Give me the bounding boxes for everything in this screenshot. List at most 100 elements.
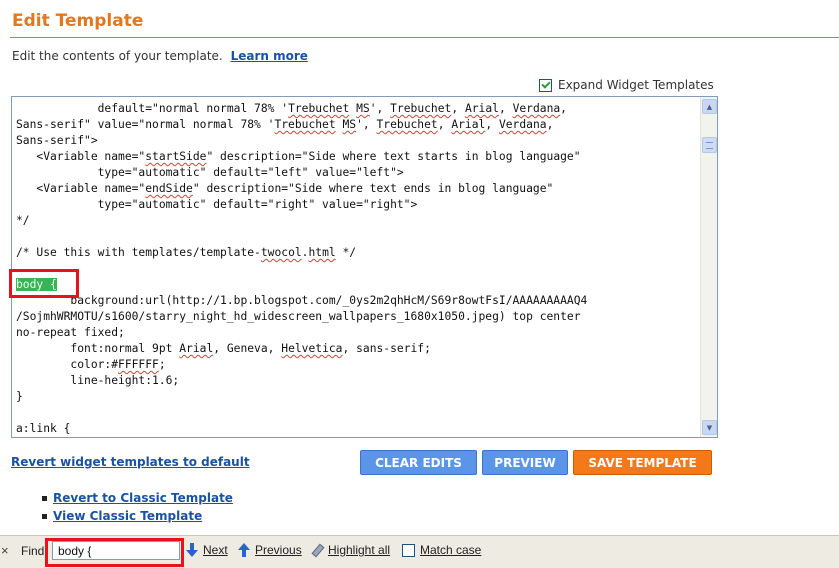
code-text: " description="Side where text starts in… xyxy=(206,150,581,163)
find-label: Find: xyxy=(21,544,48,558)
code-line[interactable]: } xyxy=(16,389,696,405)
find-next-label: Next xyxy=(203,543,228,557)
find-previous-button[interactable]: Previous xyxy=(238,543,302,557)
code-text: ', xyxy=(356,118,377,131)
code-line[interactable]: body { xyxy=(16,277,696,293)
code-text: ; xyxy=(158,358,166,371)
spellcheck-word: MS xyxy=(356,102,370,115)
scroll-down-button[interactable]: ▼ xyxy=(702,420,717,435)
code-line[interactable] xyxy=(16,405,696,421)
code-text: font:normal 9pt xyxy=(16,342,180,355)
scrollbar-thumb[interactable] xyxy=(702,137,717,153)
close-icon[interactable]: × xyxy=(1,543,9,558)
code-line[interactable]: color:#FFFFFF; xyxy=(16,357,696,373)
highlight-all-button[interactable]: Highlight all xyxy=(310,543,390,557)
code-text: <Variable name=" xyxy=(16,150,146,163)
bullet-icon xyxy=(42,495,47,501)
code-text: */ xyxy=(335,246,357,259)
scroll-up-button[interactable]: ▲ xyxy=(702,99,717,114)
expand-widgets-checkbox[interactable] xyxy=(539,78,552,92)
code-text: a:link { xyxy=(16,422,71,435)
spellcheck-word: Trebuchet xyxy=(274,118,336,131)
expand-widget-templates[interactable]: Expand Widget Templates xyxy=(539,78,714,92)
code-text: Sans-serif" value="normal normal 78% ' xyxy=(16,118,275,131)
spellcheck-word: startSide xyxy=(145,150,207,163)
spellcheck-word: Arial xyxy=(179,342,214,355)
revert-classic-link[interactable]: Revert to Classic Template xyxy=(53,491,233,505)
spellcheck-word: Trebuchet xyxy=(288,102,350,115)
highlighter-icon xyxy=(310,544,323,557)
code-text: } xyxy=(16,390,23,403)
bullet-icon xyxy=(42,513,47,519)
code-text: /* Use this with templates/template- xyxy=(16,246,261,259)
code-line[interactable]: <Variable name="endSide" description="Si… xyxy=(16,181,696,197)
arrow-up-icon xyxy=(238,543,250,557)
learn-more-link[interactable]: Learn more xyxy=(231,49,308,63)
code-text: no-repeat fixed; xyxy=(16,326,125,339)
code-text: " description="Side where text ends in b… xyxy=(192,182,554,195)
match-case-label: Match case xyxy=(420,543,482,557)
code-line[interactable]: Sans-serif"> xyxy=(16,133,696,149)
spellcheck-word: Trebuchet xyxy=(390,102,452,115)
code-line[interactable]: background:url(http://1.bp.blogspot.com/… xyxy=(16,293,696,309)
page-title: Edit Template xyxy=(12,11,144,31)
code-text: , xyxy=(560,102,567,115)
annotation-box-body-highlight xyxy=(9,269,79,298)
code-text: default="normal normal 78% ' xyxy=(16,102,289,115)
spellcheck-word: Arial xyxy=(464,102,499,115)
spellcheck-word: Helvetica xyxy=(281,342,343,355)
code-line[interactable] xyxy=(16,261,696,277)
code-text: ', xyxy=(369,102,391,115)
preview-button[interactable]: PREVIEW xyxy=(482,450,568,475)
code-text: type="automatic" default="left" value="l… xyxy=(16,166,404,179)
code-line[interactable]: no-repeat fixed; xyxy=(16,325,696,341)
match-case-toggle[interactable]: Match case xyxy=(402,543,481,557)
save-template-button[interactable]: SAVE TEMPLATE xyxy=(573,450,712,475)
code-line[interactable]: <Variable name="startSide" description="… xyxy=(16,149,696,165)
clear-edits-button[interactable]: CLEAR EDITS xyxy=(360,450,477,475)
spellcheck-word: twocol xyxy=(260,246,302,259)
revert-widget-templates-link[interactable]: Revert widget templates to default xyxy=(11,455,250,469)
code-line[interactable]: Sans-serif" value="normal normal 78% 'Tr… xyxy=(16,117,696,133)
code-line[interactable]: default="normal normal 78% 'Trebuchet MS… xyxy=(16,101,696,117)
spellcheck-word: endSide xyxy=(145,182,193,195)
code-text: , sans-serif; xyxy=(342,342,431,355)
code-text: , Geneva, xyxy=(213,342,282,355)
find-next-button[interactable]: Next xyxy=(186,543,228,557)
code-line[interactable]: type="automatic" default="left" value="l… xyxy=(16,165,696,181)
editor-scrollbar[interactable]: ▲ ▼ xyxy=(700,97,717,437)
code-text: type="automatic" default="right" value="… xyxy=(16,198,418,211)
code-line[interactable]: type="automatic" default="right" value="… xyxy=(16,197,696,213)
code-line[interactable]: */ xyxy=(16,213,696,229)
intro-text: Edit the contents of your template. Lear… xyxy=(12,49,308,63)
arrow-down-icon xyxy=(186,543,198,557)
code-line[interactable]: a:link { xyxy=(16,421,696,437)
code-text: line-height:1.6; xyxy=(16,374,180,387)
match-case-checkbox[interactable] xyxy=(402,543,415,557)
annotation-box-find-input xyxy=(45,538,184,567)
code-text: */ xyxy=(16,214,30,227)
title-divider xyxy=(10,37,839,38)
code-line[interactable]: line-height:1.6; xyxy=(16,373,696,389)
spellcheck-word: Trebuchet xyxy=(376,118,438,131)
spellcheck-word: FFFFFF xyxy=(118,358,159,371)
find-previous-label: Previous xyxy=(255,543,302,557)
classic-template-links: Revert to Classic Template View Classic … xyxy=(40,489,233,525)
code-text: , xyxy=(546,118,554,131)
code-line[interactable]: /* Use this with templates/template-twoc… xyxy=(16,245,696,261)
code-text: , xyxy=(498,102,513,115)
spellcheck-word: Arial xyxy=(451,118,486,131)
code-text: Sans-serif"> xyxy=(16,134,98,147)
highlight-all-label: Highlight all xyxy=(328,543,391,557)
code-line[interactable]: /SojmhWRMOTU/s1600/starry_night_hd_wides… xyxy=(16,309,696,325)
template-editor[interactable]: default="normal normal 78% 'Trebuchet MS… xyxy=(11,96,718,438)
template-code[interactable]: default="normal normal 78% 'Trebuchet MS… xyxy=(16,101,696,437)
view-classic-link[interactable]: View Classic Template xyxy=(53,509,202,523)
spellcheck-word: MS xyxy=(342,118,357,131)
code-text: background:url(http://1.bp.blogspot.com/… xyxy=(16,294,588,307)
code-line[interactable] xyxy=(16,229,696,245)
intro-description: Edit the contents of your template. xyxy=(12,49,223,63)
spellcheck-word: Verdana xyxy=(512,102,561,115)
list-item: View Classic Template xyxy=(40,507,233,525)
code-line[interactable]: font:normal 9pt Arial, Geneva, Helvetica… xyxy=(16,341,696,357)
